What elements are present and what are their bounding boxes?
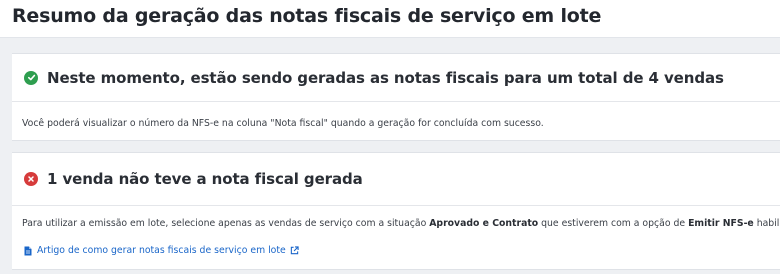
success-card-title: Neste momento, estão sendo geradas as no… [47, 68, 724, 87]
success-card: Neste momento, estão sendo geradas as no… [12, 53, 780, 141]
page-title: Resumo da geração das notas fiscais de s… [12, 5, 602, 27]
help-article-link-label[interactable]: Artigo de como gerar notas fiscais de se… [37, 245, 286, 256]
success-card-header: Neste momento, estão sendo geradas as no… [12, 54, 780, 102]
error-card-title: 1 venda não teve a nota fiscal gerada [47, 170, 363, 188]
error-message-option: Emitir NFS-e [688, 218, 754, 229]
help-article-link[interactable]: Artigo de como gerar notas fiscais de se… [24, 245, 299, 256]
error-message-status: Aprovado e Contrato [429, 218, 539, 229]
external-link-icon [290, 246, 299, 255]
error-message-text-3: habilitada. [756, 218, 780, 229]
error-message-text-1: Para utilizar a emissão em lote, selecio… [22, 218, 430, 229]
check-circle-icon [24, 70, 38, 85]
page-header: Resumo da geração das notas fiscais de s… [0, 0, 780, 38]
success-card-message: Você poderá visualizar o número da NFS-e… [22, 118, 544, 129]
error-card-header: 1 venda não teve a nota fiscal gerada [12, 153, 780, 206]
error-card: 1 venda não teve a nota fiscal gerada Pa… [12, 152, 780, 270]
document-icon [24, 246, 32, 255]
error-card-message: Para utilizar a emissão em lote, selecio… [22, 218, 780, 229]
error-circle-icon [24, 172, 38, 186]
error-message-text-2: que estiverem com a opção de [538, 218, 689, 229]
